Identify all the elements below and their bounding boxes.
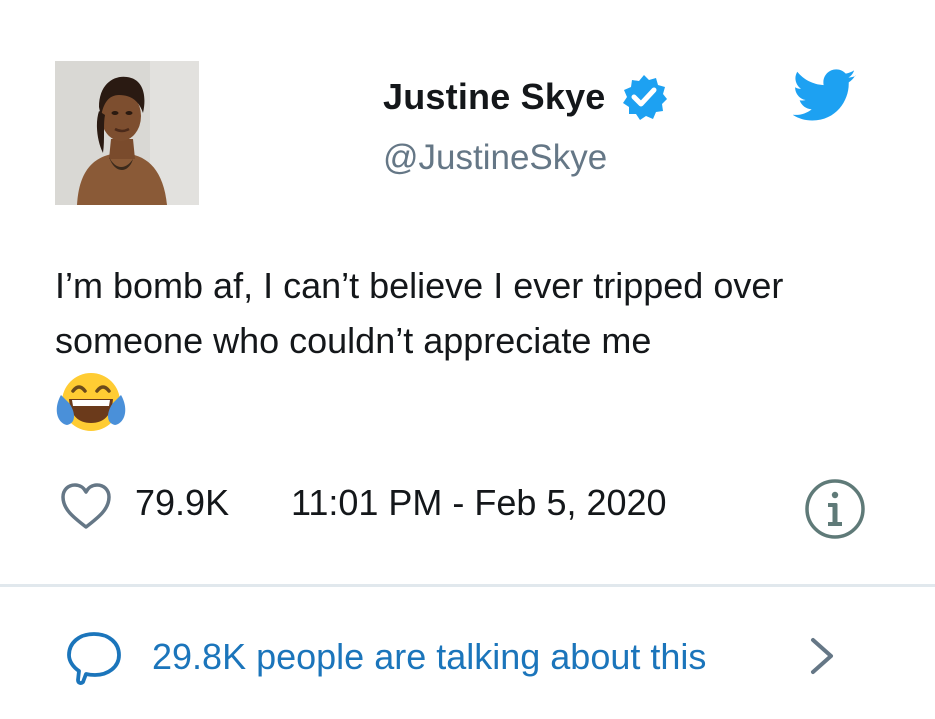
face-with-tears-of-joy-icon (56, 373, 126, 431)
profile-photo (55, 61, 199, 205)
tweet-card: Justine Skye @JustineSkye I’m bomb af, I… (0, 0, 935, 719)
info-icon[interactable] (803, 477, 867, 541)
heart-icon[interactable] (59, 482, 113, 530)
tweet-timestamp[interactable]: 11:01 PM - Feb 5, 2020 (291, 482, 667, 524)
like-count[interactable]: 79.9K (135, 482, 229, 524)
author-name-row[interactable]: Justine Skye (383, 72, 668, 122)
divider (0, 584, 935, 587)
chevron-right-icon[interactable] (805, 634, 839, 678)
tweet-meta-row: 79.9K 11:01 PM - Feb 5, 2020 (55, 475, 885, 539)
twitter-bird-icon[interactable] (793, 68, 857, 124)
talking-about-link[interactable]: 29.8K people are talking about this (152, 636, 706, 678)
display-name[interactable]: Justine Skye (383, 76, 606, 118)
verified-badge-icon (622, 75, 667, 120)
speech-bubble-icon (67, 632, 121, 685)
tweet-text: I’m bomb af, I can’t believe I ever trip… (55, 265, 784, 361)
avatar[interactable] (55, 61, 199, 205)
user-handle[interactable]: @JustineSkye (383, 138, 607, 178)
conversation-link[interactable]: 29.8K people are talking about this (55, 620, 885, 690)
